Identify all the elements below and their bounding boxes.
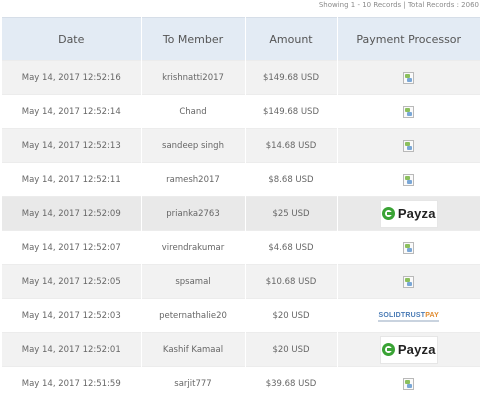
cell-member: ramesh2017 xyxy=(141,162,246,197)
cell-date: May 14, 2017 12:52:07 xyxy=(2,230,142,265)
payza-mark-icon xyxy=(381,207,395,220)
cell-payment-processor xyxy=(337,60,480,95)
cell-date: May 14, 2017 12:52:05 xyxy=(2,264,142,299)
broken-image-icon xyxy=(403,275,415,288)
broken-image-icon xyxy=(403,71,415,84)
cell-date: May 14, 2017 12:51:59 xyxy=(2,366,142,400)
stp-tagline-bar xyxy=(378,319,440,322)
cell-amount: $149.68 USD xyxy=(245,94,338,129)
cell-date: May 14, 2017 12:52:16 xyxy=(2,60,142,95)
cell-date: May 14, 2017 12:52:11 xyxy=(2,162,142,197)
column-header-to-member[interactable]: To Member xyxy=(141,17,246,61)
cell-payment-processor xyxy=(337,94,480,129)
cell-member: sarjit777 xyxy=(141,366,246,400)
cell-amount: $10.68 USD xyxy=(245,264,338,299)
solidtrustpay-logo: SOLIDTRUSTPAY xyxy=(378,310,440,322)
cell-payment-processor xyxy=(337,128,480,163)
cell-member: sandeep singh xyxy=(141,128,246,163)
cell-date: May 14, 2017 12:52:14 xyxy=(2,94,142,129)
cell-date: May 14, 2017 12:52:03 xyxy=(2,298,142,333)
column-header-date[interactable]: Date xyxy=(2,17,142,61)
cell-date: May 14, 2017 12:52:13 xyxy=(2,128,142,163)
cell-payment-processor xyxy=(337,264,480,299)
cell-amount: $20 USD xyxy=(245,332,338,367)
payza-wordmark: Payza xyxy=(397,342,436,357)
column-header-amount[interactable]: Amount xyxy=(245,17,338,61)
table-row: May 14, 2017 12:52:03 peternathalie20 $20 … xyxy=(2,298,480,333)
cell-payment-processor xyxy=(337,230,480,265)
table-row: May 14, 2017 12:52:11 ramesh2017 $8.68 USD xyxy=(2,162,480,197)
cell-amount: $39.68 USD xyxy=(245,366,338,400)
cell-amount: $20 USD xyxy=(245,298,338,333)
payza-logo: Payza xyxy=(379,199,438,228)
broken-image-icon xyxy=(403,377,415,390)
cell-date: May 14, 2017 12:52:01 xyxy=(2,332,142,367)
table-row: May 14, 2017 12:52:14 Chand $149.68 USD xyxy=(2,94,480,129)
column-header-payment-processor[interactable]: Payment Processor xyxy=(337,17,480,61)
table-row: May 14, 2017 12:52:01 Kashif Kamaal $20 US… xyxy=(2,332,480,367)
table-row: May 14, 2017 12:52:05 spsamal $10.68 USD xyxy=(2,264,480,299)
payza-logo: Payza xyxy=(379,335,438,364)
cell-amount: $4.68 USD xyxy=(245,230,338,265)
cell-payment-processor: Payza xyxy=(337,196,480,231)
cell-payment-processor: Payza xyxy=(337,332,480,367)
payza-mark-icon xyxy=(381,343,395,356)
stp-pay-text: PAY xyxy=(425,311,440,319)
table-row: May 14, 2017 12:52:16 krishnatti2017 $149.… xyxy=(2,60,480,95)
cell-member: Kashif Kamaal xyxy=(141,332,246,367)
cell-member: krishnatti2017 xyxy=(141,60,246,95)
broken-image-icon xyxy=(403,173,415,186)
broken-image-icon xyxy=(403,241,415,254)
broken-image-icon xyxy=(403,105,415,118)
cell-amount: $8.68 USD xyxy=(245,162,338,197)
table-row: May 14, 2017 12:52:09 prianka2763 $25 USD P… xyxy=(2,196,480,231)
cell-member: virendrakumar xyxy=(141,230,246,265)
cell-payment-processor: SOLIDTRUSTPAY xyxy=(337,298,480,333)
table-row: May 14, 2017 12:52:07 virendrakumar $4.68 … xyxy=(2,230,480,265)
table-header-row: Date To Member Amount Payment Processor xyxy=(2,17,480,61)
cell-member: Chand xyxy=(141,94,246,129)
cell-amount: $14.68 USD xyxy=(245,128,338,163)
table-row: May 14, 2017 12:51:59 sarjit777 $39.68 USD xyxy=(2,366,480,400)
cell-date: May 14, 2017 12:52:09 xyxy=(2,196,142,231)
payouts-table: Date To Member Amount Payment Processor … xyxy=(2,17,480,400)
cell-payment-processor xyxy=(337,162,480,197)
cell-member: prianka2763 xyxy=(141,196,246,231)
cell-payment-processor xyxy=(337,366,480,400)
cell-member: spsamal xyxy=(141,264,246,299)
cell-amount: $25 USD xyxy=(245,196,338,231)
payza-wordmark: Payza xyxy=(397,206,436,221)
records-count-info: Showing 1 - 10 Records | Total Records :… xyxy=(318,1,479,9)
table-row: May 14, 2017 12:52:13 sandeep singh $14.68… xyxy=(2,128,480,163)
cell-member: peternathalie20 xyxy=(141,298,246,333)
broken-image-icon xyxy=(403,139,415,152)
stp-solid-text: SOLIDTRUST xyxy=(378,311,426,319)
cell-amount: $149.68 USD xyxy=(245,60,338,95)
